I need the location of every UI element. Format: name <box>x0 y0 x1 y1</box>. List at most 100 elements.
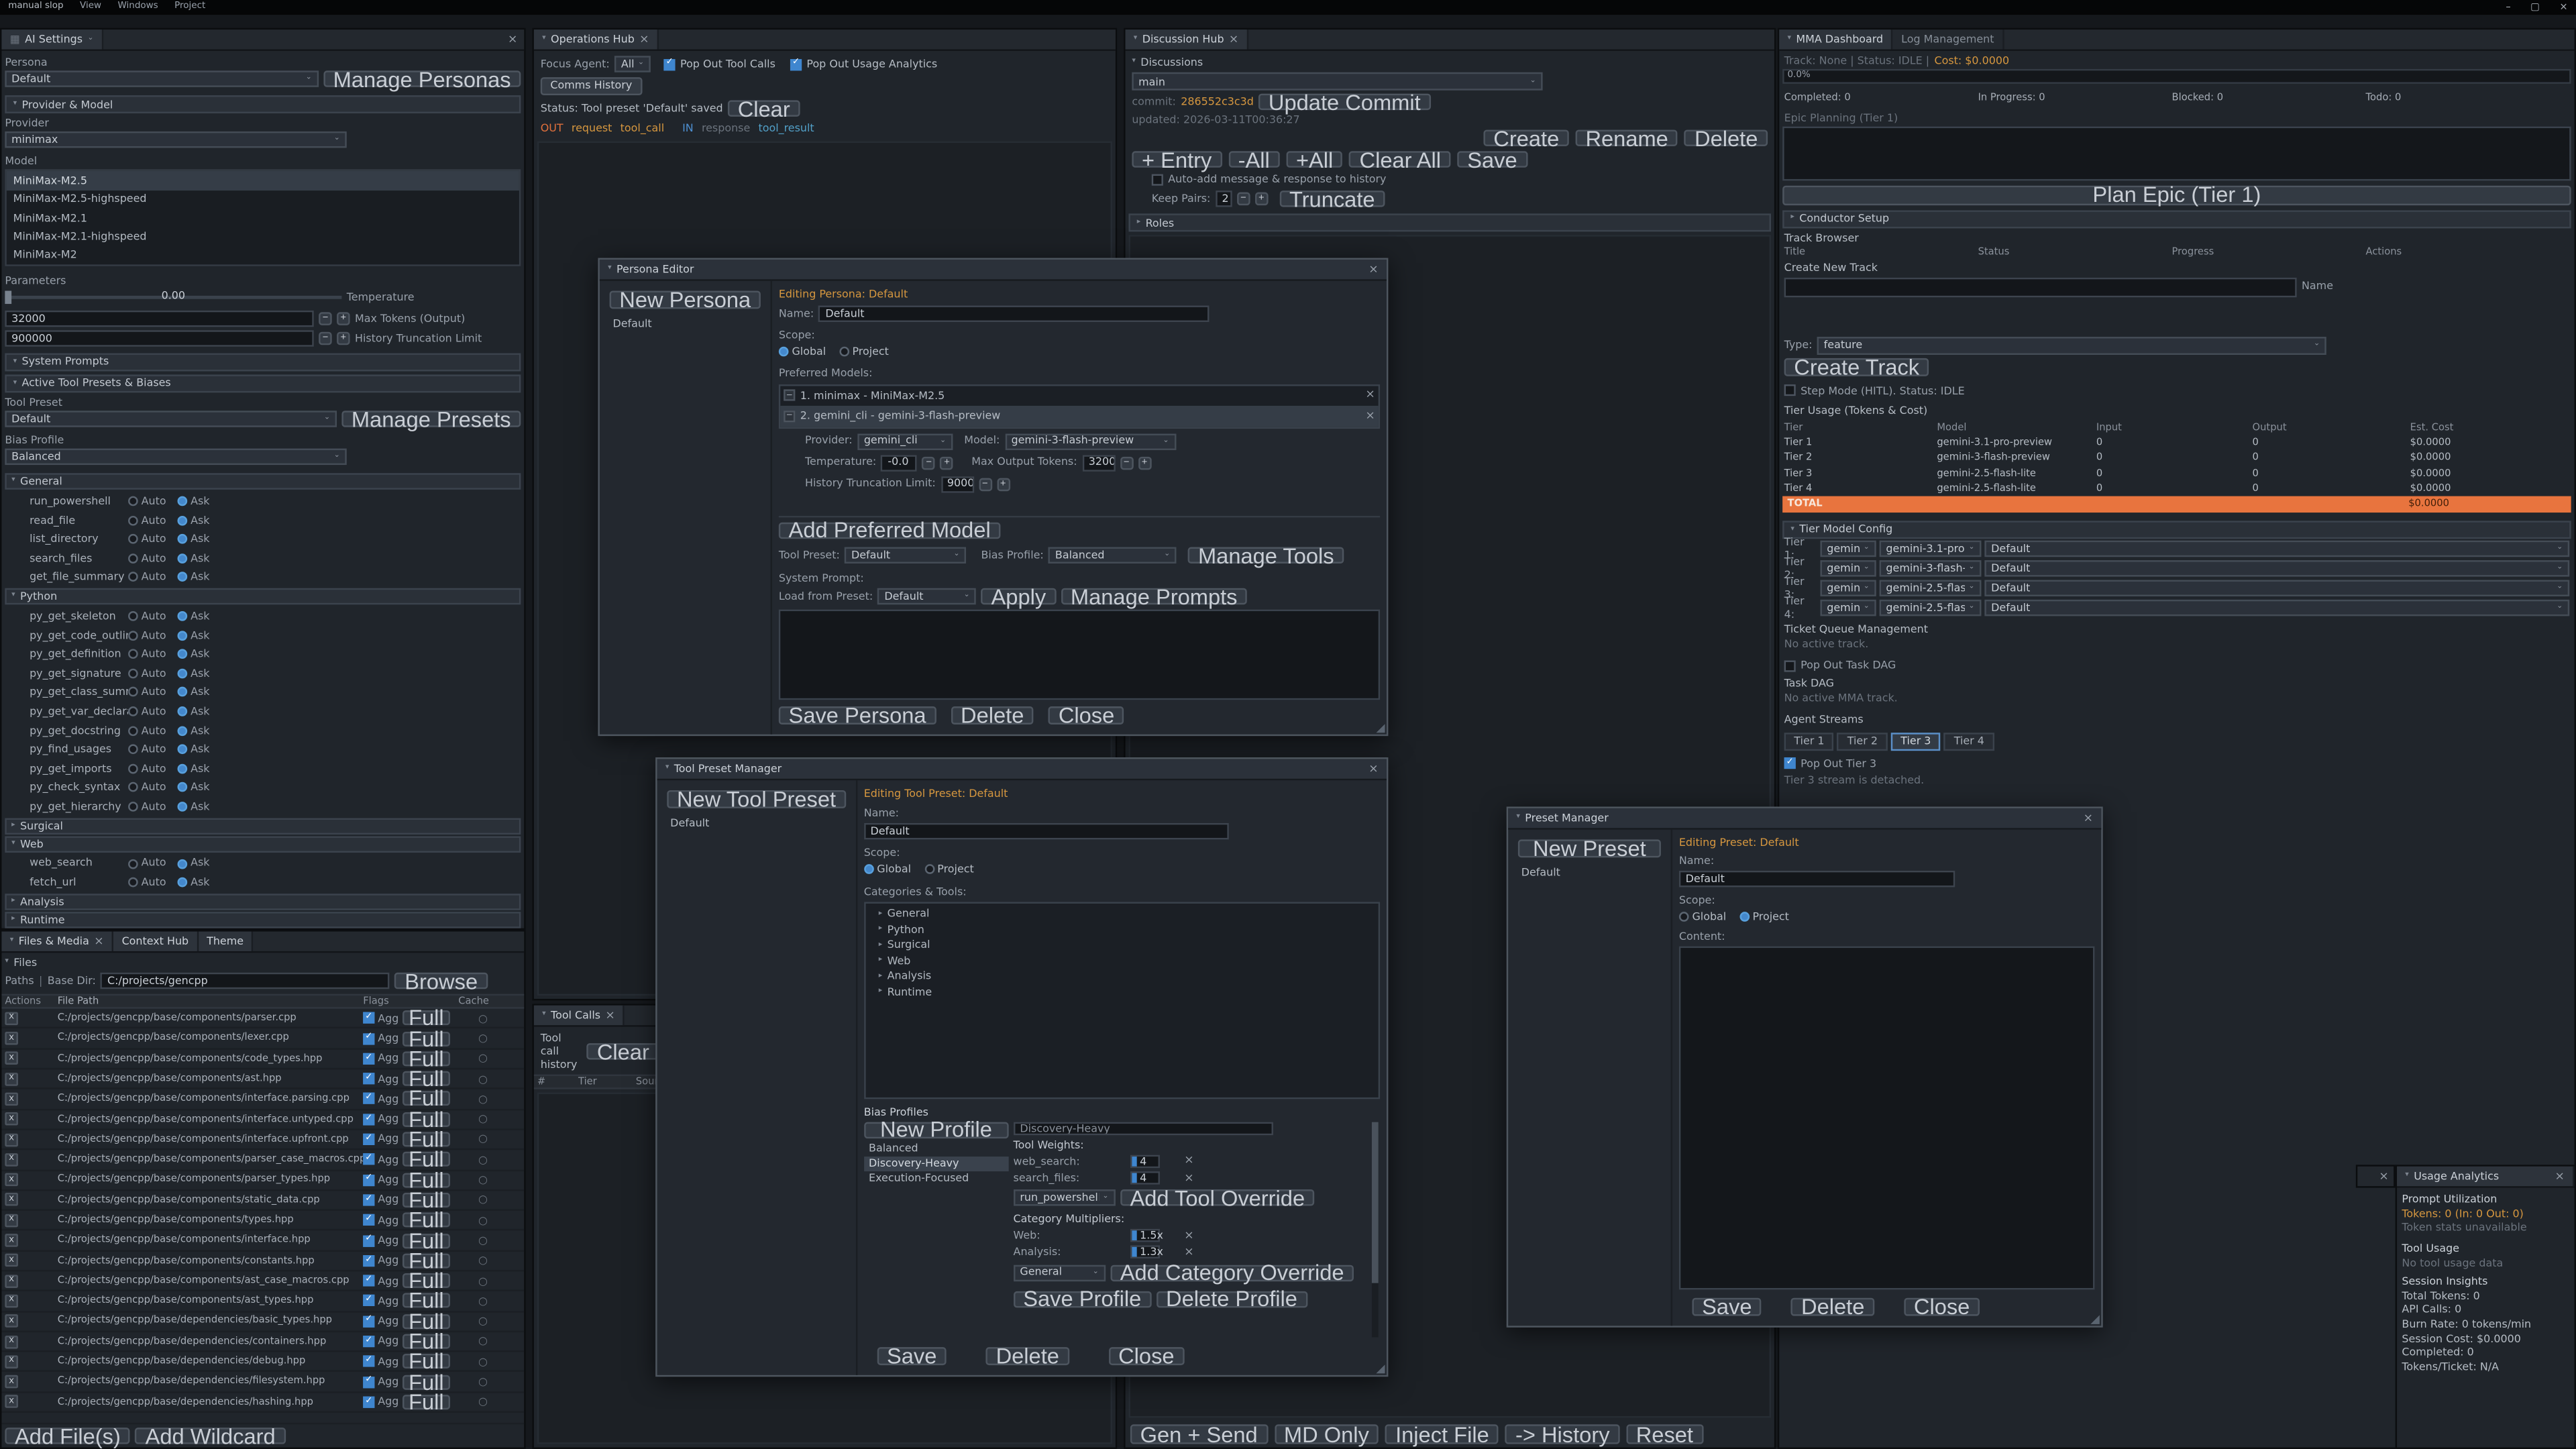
resize-grip[interactable] <box>1375 1364 1385 1374</box>
remove-weight-icon[interactable]: × <box>1184 1156 1193 1167</box>
focus-agent-select[interactable]: All ⌄ <box>614 56 651 72</box>
auto-add-checkbox[interactable] <box>1152 174 1163 185</box>
full-button[interactable]: Full <box>402 1173 450 1187</box>
model-list-item[interactable]: MiniMax-M2.5-highspeed <box>7 190 519 209</box>
scope-option[interactable]: Global <box>864 863 911 877</box>
apply-button[interactable]: Apply <box>981 588 1056 604</box>
delete-profile-button[interactable]: Delete Profile <box>1156 1291 1307 1307</box>
agg-checkbox[interactable]: ✓ <box>363 1032 374 1044</box>
category-node[interactable]: ▸ Web <box>865 953 1379 969</box>
load-from-preset-select[interactable]: Default ⌄ <box>878 588 977 604</box>
files-tab[interactable]: Theme <box>199 932 254 951</box>
bias-profile-item[interactable]: Execution-Focused <box>864 1171 1009 1186</box>
add-files-button[interactable]: Add File(s) <box>5 1428 130 1444</box>
auto-radio[interactable] <box>128 688 138 698</box>
auto-radio[interactable] <box>128 706 138 716</box>
preset-name-input[interactable]: Default <box>1679 871 1955 888</box>
bias-profile-select[interactable]: Balanced ⌄ <box>1049 547 1177 564</box>
max-tokens-input[interactable]: 32000 <box>5 311 313 327</box>
preferred-model-row[interactable]: − 1. minimax - MiniMax-M2.5 × <box>780 385 1378 406</box>
entry-button[interactable]: Clear All <box>1350 152 1451 168</box>
tier-preset-select[interactable]: Default ⌄ <box>1984 600 2569 616</box>
max-output-input[interactable]: 32000 <box>1082 454 1115 470</box>
track-name-input[interactable] <box>1784 277 2297 297</box>
add-tool-override-button[interactable]: Add Tool Override <box>1120 1189 1315 1205</box>
discussion-footer-button[interactable]: Gen + Send <box>1130 1424 1268 1444</box>
panel-close-icon[interactable]: × <box>508 34 524 45</box>
remove-file-button[interactable]: x <box>5 1234 18 1247</box>
full-button[interactable]: Full <box>402 1132 450 1146</box>
discussion-manage-button[interactable]: Delete <box>1684 130 1768 146</box>
system-prompt-textarea[interactable] <box>779 610 1380 700</box>
category-multiplier-value[interactable]: 1.5x <box>1130 1230 1159 1243</box>
discussion-select[interactable]: main ⌄ <box>1132 72 1542 91</box>
resize-grip[interactable] <box>2090 1314 2100 1324</box>
manage-tools-button[interactable]: Manage Tools <box>1188 547 1344 564</box>
scope-option[interactable]: Global <box>779 345 826 359</box>
ask-radio[interactable] <box>177 515 187 525</box>
category-node[interactable]: ▸ Python <box>865 922 1379 937</box>
category-node[interactable]: ▸ Analysis <box>865 969 1379 984</box>
discussion-manage-button[interactable]: Create <box>1484 130 1569 146</box>
save-tool-preset-button[interactable]: Save <box>877 1347 947 1365</box>
full-button[interactable]: Full <box>402 1112 450 1126</box>
agg-checkbox[interactable]: ✓ <box>363 1134 374 1145</box>
remove-file-button[interactable]: x <box>5 1193 18 1207</box>
files-tab[interactable]: Context Hub <box>113 932 199 951</box>
agg-checkbox[interactable]: ✓ <box>363 1336 374 1347</box>
tool-preset-name-input[interactable]: Default <box>864 824 1229 840</box>
close-dialog-button[interactable]: Close <box>1108 1347 1184 1365</box>
ask-radio[interactable] <box>177 783 187 793</box>
full-button[interactable]: Full <box>402 1213 450 1228</box>
auto-radio[interactable] <box>128 534 138 544</box>
pop-out-usage-analytics-checkbox[interactable]: ✓ <box>790 58 802 70</box>
remove-file-button[interactable]: x <box>5 1032 18 1045</box>
tool-group-header[interactable]: ▸ Runtime <box>5 912 521 928</box>
full-button[interactable]: Full <box>402 1334 450 1349</box>
auto-radio[interactable] <box>128 783 138 793</box>
scrollbar-thumb[interactable] <box>1372 1122 1379 1283</box>
remove-file-button[interactable]: x <box>5 1274 18 1287</box>
add-wildcard-button[interactable]: Add Wildcard <box>136 1428 286 1444</box>
full-button[interactable]: Full <box>402 1051 450 1066</box>
discussion-footer-button[interactable]: Reset <box>1626 1424 1703 1444</box>
remove-file-button[interactable]: x <box>5 1214 18 1227</box>
stream-tab[interactable]: Tier 2 <box>1837 732 1888 750</box>
close-dialog-button[interactable]: Close <box>1904 1298 1980 1316</box>
create-track-button[interactable]: Create Track <box>1784 358 1929 376</box>
provider-select[interactable]: gemini_cli ⌄ <box>857 433 953 449</box>
remove-file-button[interactable]: x <box>5 1133 18 1146</box>
epic-planning-textarea[interactable] <box>1782 126 2571 180</box>
dialog-close-icon[interactable]: × <box>2084 812 2093 824</box>
persona-list-item[interactable]: Default <box>610 314 761 334</box>
dialog-close-icon[interactable]: × <box>1368 264 1378 275</box>
preset-content-textarea[interactable] <box>1679 946 2095 1290</box>
remove-model-icon[interactable]: × <box>1365 390 1375 401</box>
ask-radio[interactable] <box>177 763 187 773</box>
model-list-item[interactable]: MiniMax-M2.1-highspeed <box>7 227 519 246</box>
temperature-slider[interactable]: 0.00 <box>5 289 341 305</box>
bias-profile-item[interactable]: Discovery-Heavy <box>864 1156 1009 1171</box>
full-button[interactable]: Full <box>402 1293 450 1308</box>
dialog-close-icon[interactable]: × <box>1368 763 1378 775</box>
history-limit-input[interactable]: 900000 <box>941 476 973 492</box>
active-tools-section-header[interactable]: ▾ Active Tool Presets & Biases <box>5 374 521 392</box>
agg-checkbox[interactable]: ✓ <box>363 1214 374 1226</box>
plan-epic-button[interactable]: Plan Epic (Tier 1) <box>1782 185 2571 205</box>
auto-radio[interactable] <box>128 611 138 621</box>
agg-checkbox[interactable]: ✓ <box>363 1376 374 1387</box>
delete-preset-button[interactable]: Delete <box>1791 1298 1874 1316</box>
files-section-header[interactable]: ▾ Files <box>1 953 524 969</box>
tier-preset-select[interactable]: Default ⌄ <box>1984 580 2569 596</box>
preferred-model-row[interactable]: − 2. gemini_cli - gemini-3-flash-preview… <box>780 406 1378 427</box>
tool-group-header[interactable]: ▾ Python <box>5 588 521 604</box>
files-tab[interactable]: ▾ Files & Media × <box>1 932 113 951</box>
full-button[interactable]: Full <box>402 1152 450 1167</box>
agg-checkbox[interactable]: ✓ <box>363 1275 374 1287</box>
agg-checkbox[interactable]: ✓ <box>363 1114 374 1125</box>
category-override-select[interactable]: General ⌄ <box>1014 1264 1106 1280</box>
model-select[interactable]: gemini-3-flash-preview ⌄ <box>1005 433 1176 449</box>
ask-radio[interactable] <box>177 745 187 755</box>
conductor-setup-section-header[interactable]: ▸ Conductor Setup <box>1782 210 2571 228</box>
ask-radio[interactable] <box>177 688 187 698</box>
